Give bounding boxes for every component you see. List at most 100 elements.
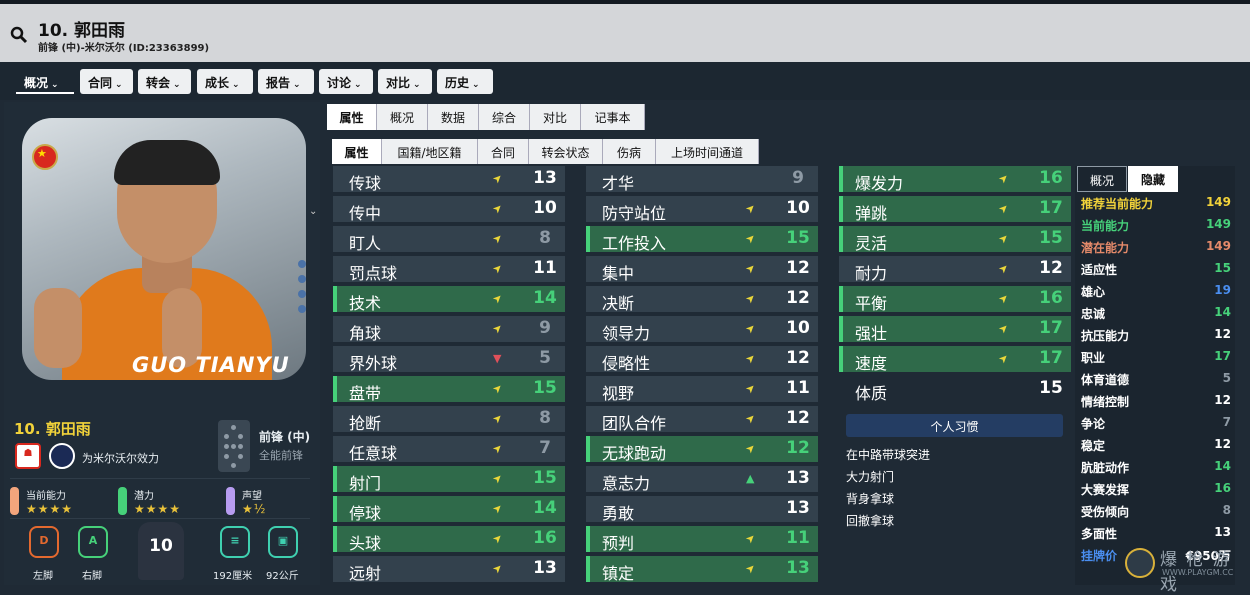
attribute-row-mental[interactable]: 才华 9 <box>586 166 818 193</box>
attribute-row-mental[interactable]: 集中 ➤ 12 <box>586 256 818 283</box>
attribute-row-physical[interactable]: 耐力 ➤ 12 <box>839 256 1071 283</box>
attribute-row-mental[interactable]: 决断 ➤ 12 <box>586 286 818 313</box>
attribute-row-mental[interactable]: 工作投入 ➤ 15 <box>586 226 818 253</box>
tab-notebook[interactable]: 记事本 <box>581 104 645 130</box>
menu-history[interactable]: 历史 ⌄ <box>437 69 493 94</box>
hidden-attribute-row[interactable]: 潜在能力 149 <box>1081 239 1231 257</box>
hidden-attribute-name: 抗压能力 <box>1081 329 1130 343</box>
attribute-name: 传球 <box>349 174 382 193</box>
menu-reports[interactable]: 报告 ⌄ <box>258 69 314 94</box>
attribute-value: 12 <box>786 408 810 428</box>
attribute-row-technical[interactable]: 盯人 ➤ 8 <box>333 226 565 253</box>
attribute-row-technical[interactable]: 罚点球 ➤ 11 <box>333 256 565 283</box>
attribute-row-physical[interactable]: 平衡 ➤ 16 <box>839 286 1071 313</box>
collapse-chevron-icon[interactable]: ⌄ <box>309 206 317 217</box>
hidden-attribute-row[interactable]: 情绪控制 12 <box>1081 393 1231 411</box>
attribute-row-technical[interactable]: 头球 ➤ 16 <box>333 526 565 553</box>
hidden-attribute-row[interactable]: 抗压能力 12 <box>1081 327 1231 345</box>
hidden-attribute-row[interactable]: 雄心 19 <box>1081 283 1231 301</box>
trend-arrow-icon: ▲ <box>746 472 755 485</box>
attribute-name: 传中 <box>349 204 382 223</box>
subtab-transfer-status[interactable]: 转会状态 <box>529 139 603 164</box>
tab-composite[interactable]: 综合 <box>479 104 530 130</box>
carousel-dot[interactable] <box>298 260 306 268</box>
attribute-row-technical[interactable]: 传球 ➤ 13 <box>333 166 565 193</box>
attribute-row-mental[interactable]: 领导力 ➤ 10 <box>586 316 818 343</box>
subtab-playing-time[interactable]: 上场时间通道 <box>656 139 759 164</box>
attribute-row-mental[interactable]: 视野 ➤ 11 <box>586 376 818 403</box>
attribute-row-mental[interactable]: 团队合作 ➤ 12 <box>586 406 818 433</box>
attribute-row-mental[interactable]: 侵略性 ➤ 12 <box>586 346 818 373</box>
hidden-attribute-row[interactable]: 大赛发挥 16 <box>1081 481 1231 499</box>
attribute-row-mental[interactable]: 无球跑动 ➤ 12 <box>586 436 818 463</box>
position-pitch-icon <box>218 420 250 472</box>
hidden-attribute-row[interactable]: 多面性 13 <box>1081 525 1231 543</box>
attribute-row-mental[interactable]: 防守站位 ➤ 10 <box>586 196 818 223</box>
attribute-row-physical[interactable]: 速度 ➤ 17 <box>839 346 1071 373</box>
subtab-injuries[interactable]: 伤病 <box>603 139 656 164</box>
menu-contract[interactable]: 合同 ⌄ <box>80 69 133 94</box>
hidden-attribute-row[interactable]: 肮脏动作 14 <box>1081 459 1231 477</box>
hidden-attribute-row[interactable]: 稳定 12 <box>1081 437 1231 455</box>
attribute-value: 13 <box>786 498 810 518</box>
menu-discuss[interactable]: 讨论 ⌄ <box>319 69 373 94</box>
attribute-value: 17 <box>1039 348 1063 368</box>
attribute-row-technical[interactable]: 技术 ➤ 14 <box>333 286 565 313</box>
hidden-attribute-name: 体育道德 <box>1081 373 1130 387</box>
hidden-attribute-row[interactable]: 推荐当前能力 149 <box>1081 195 1231 213</box>
attribute-row-physical[interactable]: 弹跳 ➤ 17 <box>839 196 1071 223</box>
hidden-attribute-row[interactable]: 适应性 15 <box>1081 261 1231 279</box>
subtab-nationality[interactable]: 国籍/地区籍 <box>382 139 478 164</box>
attribute-row-technical[interactable]: 任意球 ➤ 7 <box>333 436 565 463</box>
attribute-row-mental[interactable]: 勇敢 13 <box>586 496 818 523</box>
tab-compare[interactable]: 对比 <box>530 104 581 130</box>
attribute-row-mental[interactable]: 意志力 ▲ 13 <box>586 466 818 493</box>
hidden-attribute-row[interactable]: 受伤倾向 8 <box>1081 503 1231 521</box>
trend-arrow-icon: ➤ <box>742 410 759 427</box>
menu-transfer[interactable]: 转会 ⌄ <box>138 69 191 94</box>
hidden-attribute-row[interactable]: 职业 17 <box>1081 349 1231 367</box>
search-icon[interactable] <box>10 26 28 44</box>
attribute-name: 爆发力 <box>855 174 904 193</box>
millwall-club-badge-icon[interactable] <box>49 443 75 469</box>
hidden-attribute-row[interactable]: 忠诚 14 <box>1081 305 1231 323</box>
attribute-row-technical[interactable]: 角球 ➤ 9 <box>333 316 565 343</box>
attribute-row-physical[interactable]: 爆发力 ➤ 16 <box>839 166 1071 193</box>
carousel-dot[interactable] <box>298 275 306 283</box>
tab-panel-hidden[interactable]: 隐藏 <box>1128 166 1178 192</box>
hidden-attribute-name: 挂牌价 <box>1081 549 1118 563</box>
hidden-attribute-value: 14 <box>1214 305 1231 319</box>
subtab-contract[interactable]: 合同 <box>478 139 529 164</box>
subtab-attributes[interactable]: 属性 <box>332 139 382 164</box>
attribute-row-technical[interactable]: 射门 ➤ 15 <box>333 466 565 493</box>
attribute-row-physical[interactable]: 体质 15 <box>839 376 1071 403</box>
attribute-row-mental[interactable]: 镇定 ➤ 13 <box>586 556 818 583</box>
tab-overview[interactable]: 概况 <box>377 104 428 130</box>
tab-attributes[interactable]: 属性 <box>327 104 377 130</box>
wuhan-club-badge-icon: ☗ <box>15 443 41 469</box>
menu-compare[interactable]: 对比 ⌄ <box>378 69 432 94</box>
hidden-attribute-row[interactable]: 当前能力 149 <box>1081 217 1231 235</box>
attribute-row-mental[interactable]: 预判 ➤ 11 <box>586 526 818 553</box>
tab-panel-overview[interactable]: 概况 <box>1077 166 1127 192</box>
carousel-dot[interactable] <box>298 290 306 298</box>
attribute-row-technical[interactable]: 远射 ➤ 13 <box>333 556 565 583</box>
hidden-attribute-name: 受伤倾向 <box>1081 505 1130 519</box>
hidden-attribute-row[interactable]: 争论 7 <box>1081 415 1231 433</box>
carousel-dot[interactable] <box>298 305 306 313</box>
attribute-row-physical[interactable]: 灵活 ➤ 15 <box>839 226 1071 253</box>
hidden-attribute-row[interactable]: 体育道德 5 <box>1081 371 1231 389</box>
attribute-row-technical[interactable]: 抢断 ➤ 8 <box>333 406 565 433</box>
menu-development[interactable]: 成长 ⌄ <box>197 69 253 94</box>
attribute-row-technical[interactable]: 界外球 ▼ 5 <box>333 346 565 373</box>
header: 10. 郭田雨 前锋 (中)-米尔沃尔 (ID:23363899) <box>0 4 1250 62</box>
tab-stats[interactable]: 数据 <box>428 104 479 130</box>
attribute-row-technical[interactable]: 盘带 ➤ 15 <box>333 376 565 403</box>
attribute-name: 平衡 <box>855 294 888 313</box>
menu-overview[interactable]: 概况 ⌄ <box>16 69 74 94</box>
attribute-row-technical[interactable]: 停球 ➤ 14 <box>333 496 565 523</box>
attribute-row-technical[interactable]: 传中 ➤ 10 <box>333 196 565 223</box>
attribute-name: 集中 <box>602 264 635 283</box>
attribute-row-physical[interactable]: 强壮 ➤ 17 <box>839 316 1071 343</box>
attribute-value: 15 <box>533 468 557 488</box>
